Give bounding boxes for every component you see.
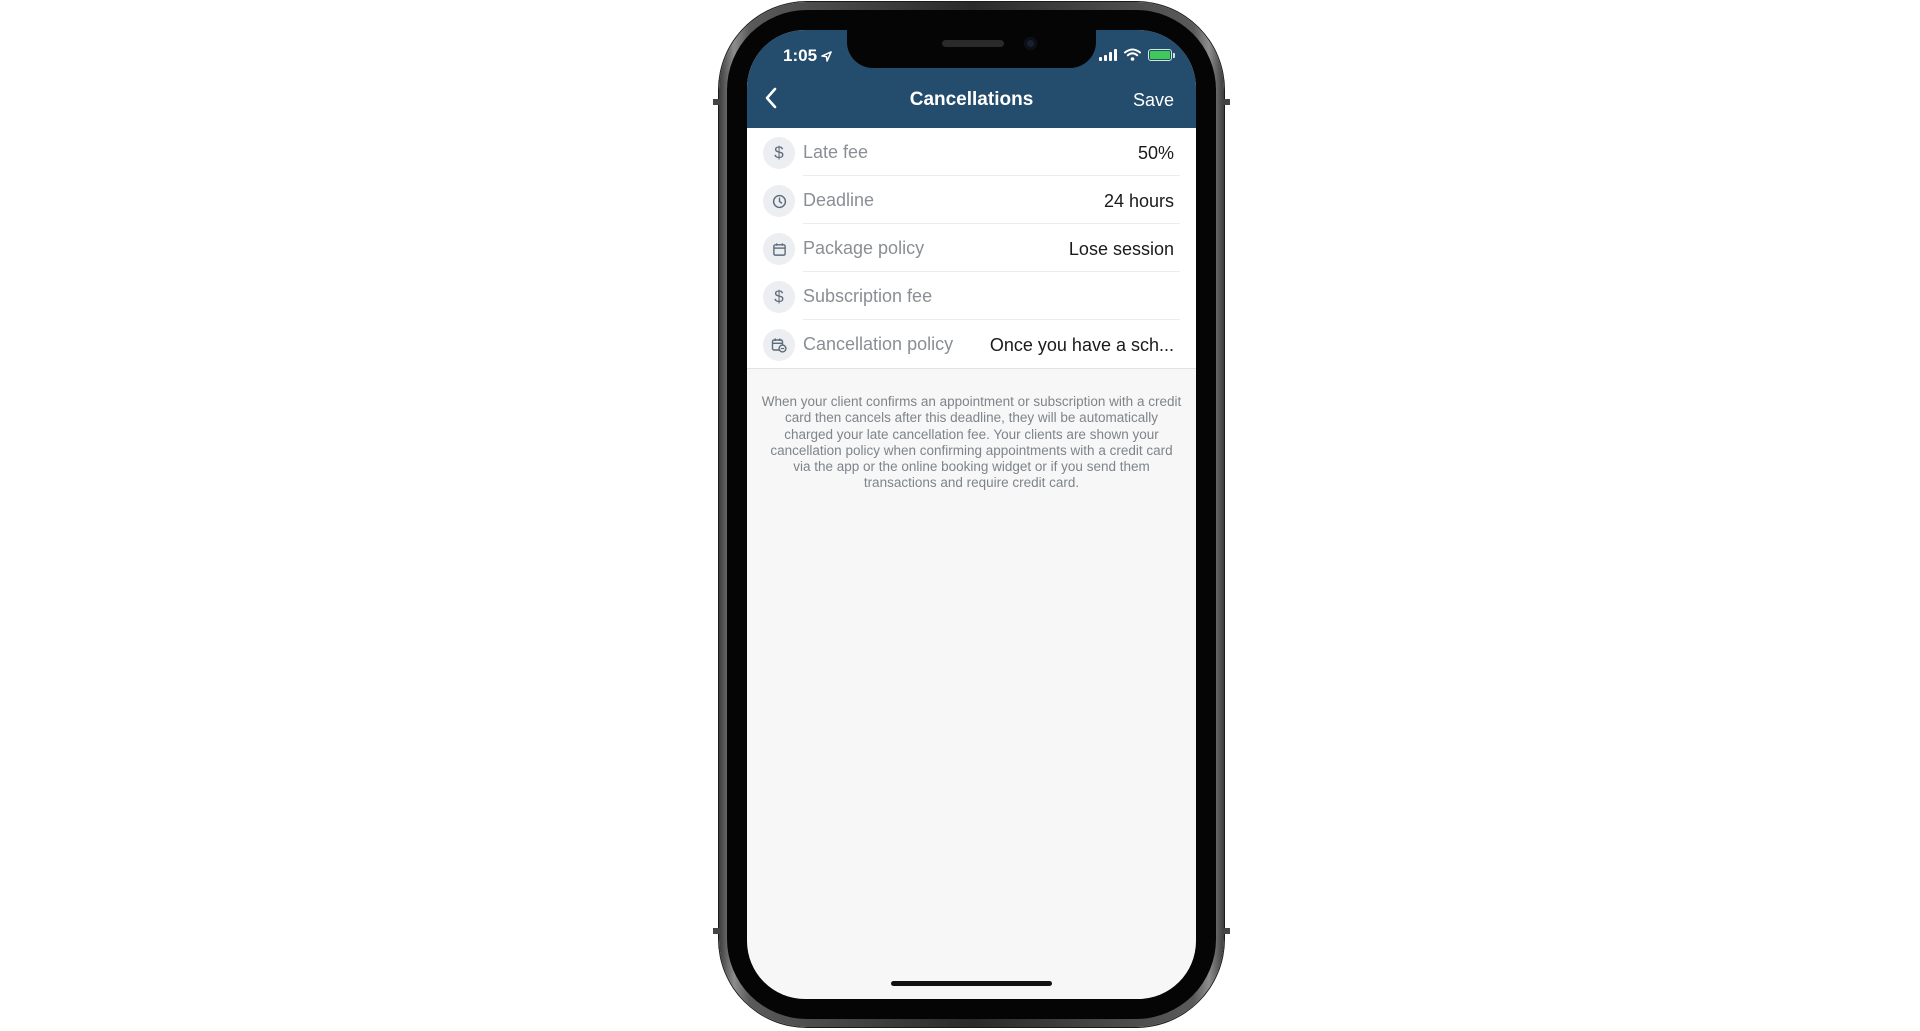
status-time-text: 1:05: [783, 46, 818, 65]
save-button[interactable]: Save: [1133, 90, 1174, 111]
settings-list: $ Late fee 50% Deadline 24 hours Package…: [747, 128, 1196, 369]
row-label: Subscription fee: [803, 286, 933, 306]
cancellation-info-note: When your client confirms an appointment…: [761, 394, 1182, 491]
front-camera: [1024, 37, 1037, 50]
phone-side-button: [1222, 99, 1230, 105]
row-label: Package policy: [803, 238, 925, 258]
wifi-icon: [1124, 48, 1141, 61]
deadline-row[interactable]: Deadline 24 hours: [747, 176, 1196, 224]
page-title: Cancellations: [909, 89, 1034, 110]
cancellation-policy-row[interactable]: Cancellation policy Once you have a sch.…: [747, 320, 1196, 368]
phone-side-button: [1222, 928, 1230, 934]
row-value: 24 hours: [1103, 191, 1174, 211]
package-policy-row[interactable]: Package policy Lose session: [747, 224, 1196, 272]
clock-icon: [763, 185, 795, 217]
dollar-icon: $: [763, 281, 795, 313]
calendar-icon: [763, 233, 795, 265]
row-value: Lose session: [1068, 239, 1174, 259]
subscription-fee-row[interactable]: $ Subscription fee: [747, 272, 1196, 320]
status-indicators: [1099, 48, 1175, 61]
cellular-signal-icon: [1099, 48, 1117, 61]
phone-side-button: [713, 928, 721, 934]
phone-notch: [847, 30, 1096, 68]
phone-frame: 1:05 Cancellations Save $ Late fee 50% D…: [713, 2, 1230, 1027]
home-indicator[interactable]: [891, 981, 1052, 986]
phone-screen: 1:05 Cancellations Save $ Late fee 50% D…: [747, 30, 1196, 999]
calendar-policy-icon: [763, 329, 795, 361]
row-value: Once you have a sch...: [989, 335, 1174, 355]
late-fee-row[interactable]: $ Late fee 50%: [747, 128, 1196, 176]
row-label: Cancellation policy: [803, 334, 954, 354]
location-arrow-icon: [821, 50, 832, 62]
dollar-icon: $: [763, 137, 795, 169]
row-label: Late fee: [803, 142, 869, 162]
phone-side-button: [713, 99, 721, 105]
battery-charging-icon: [1148, 48, 1175, 61]
navigation-header: 1:05 Cancellations Save: [747, 30, 1196, 128]
row-label: Deadline: [803, 190, 875, 210]
speaker-grille: [942, 40, 1004, 47]
status-time: 1:05: [783, 46, 832, 66]
row-value: 50%: [1137, 143, 1174, 163]
